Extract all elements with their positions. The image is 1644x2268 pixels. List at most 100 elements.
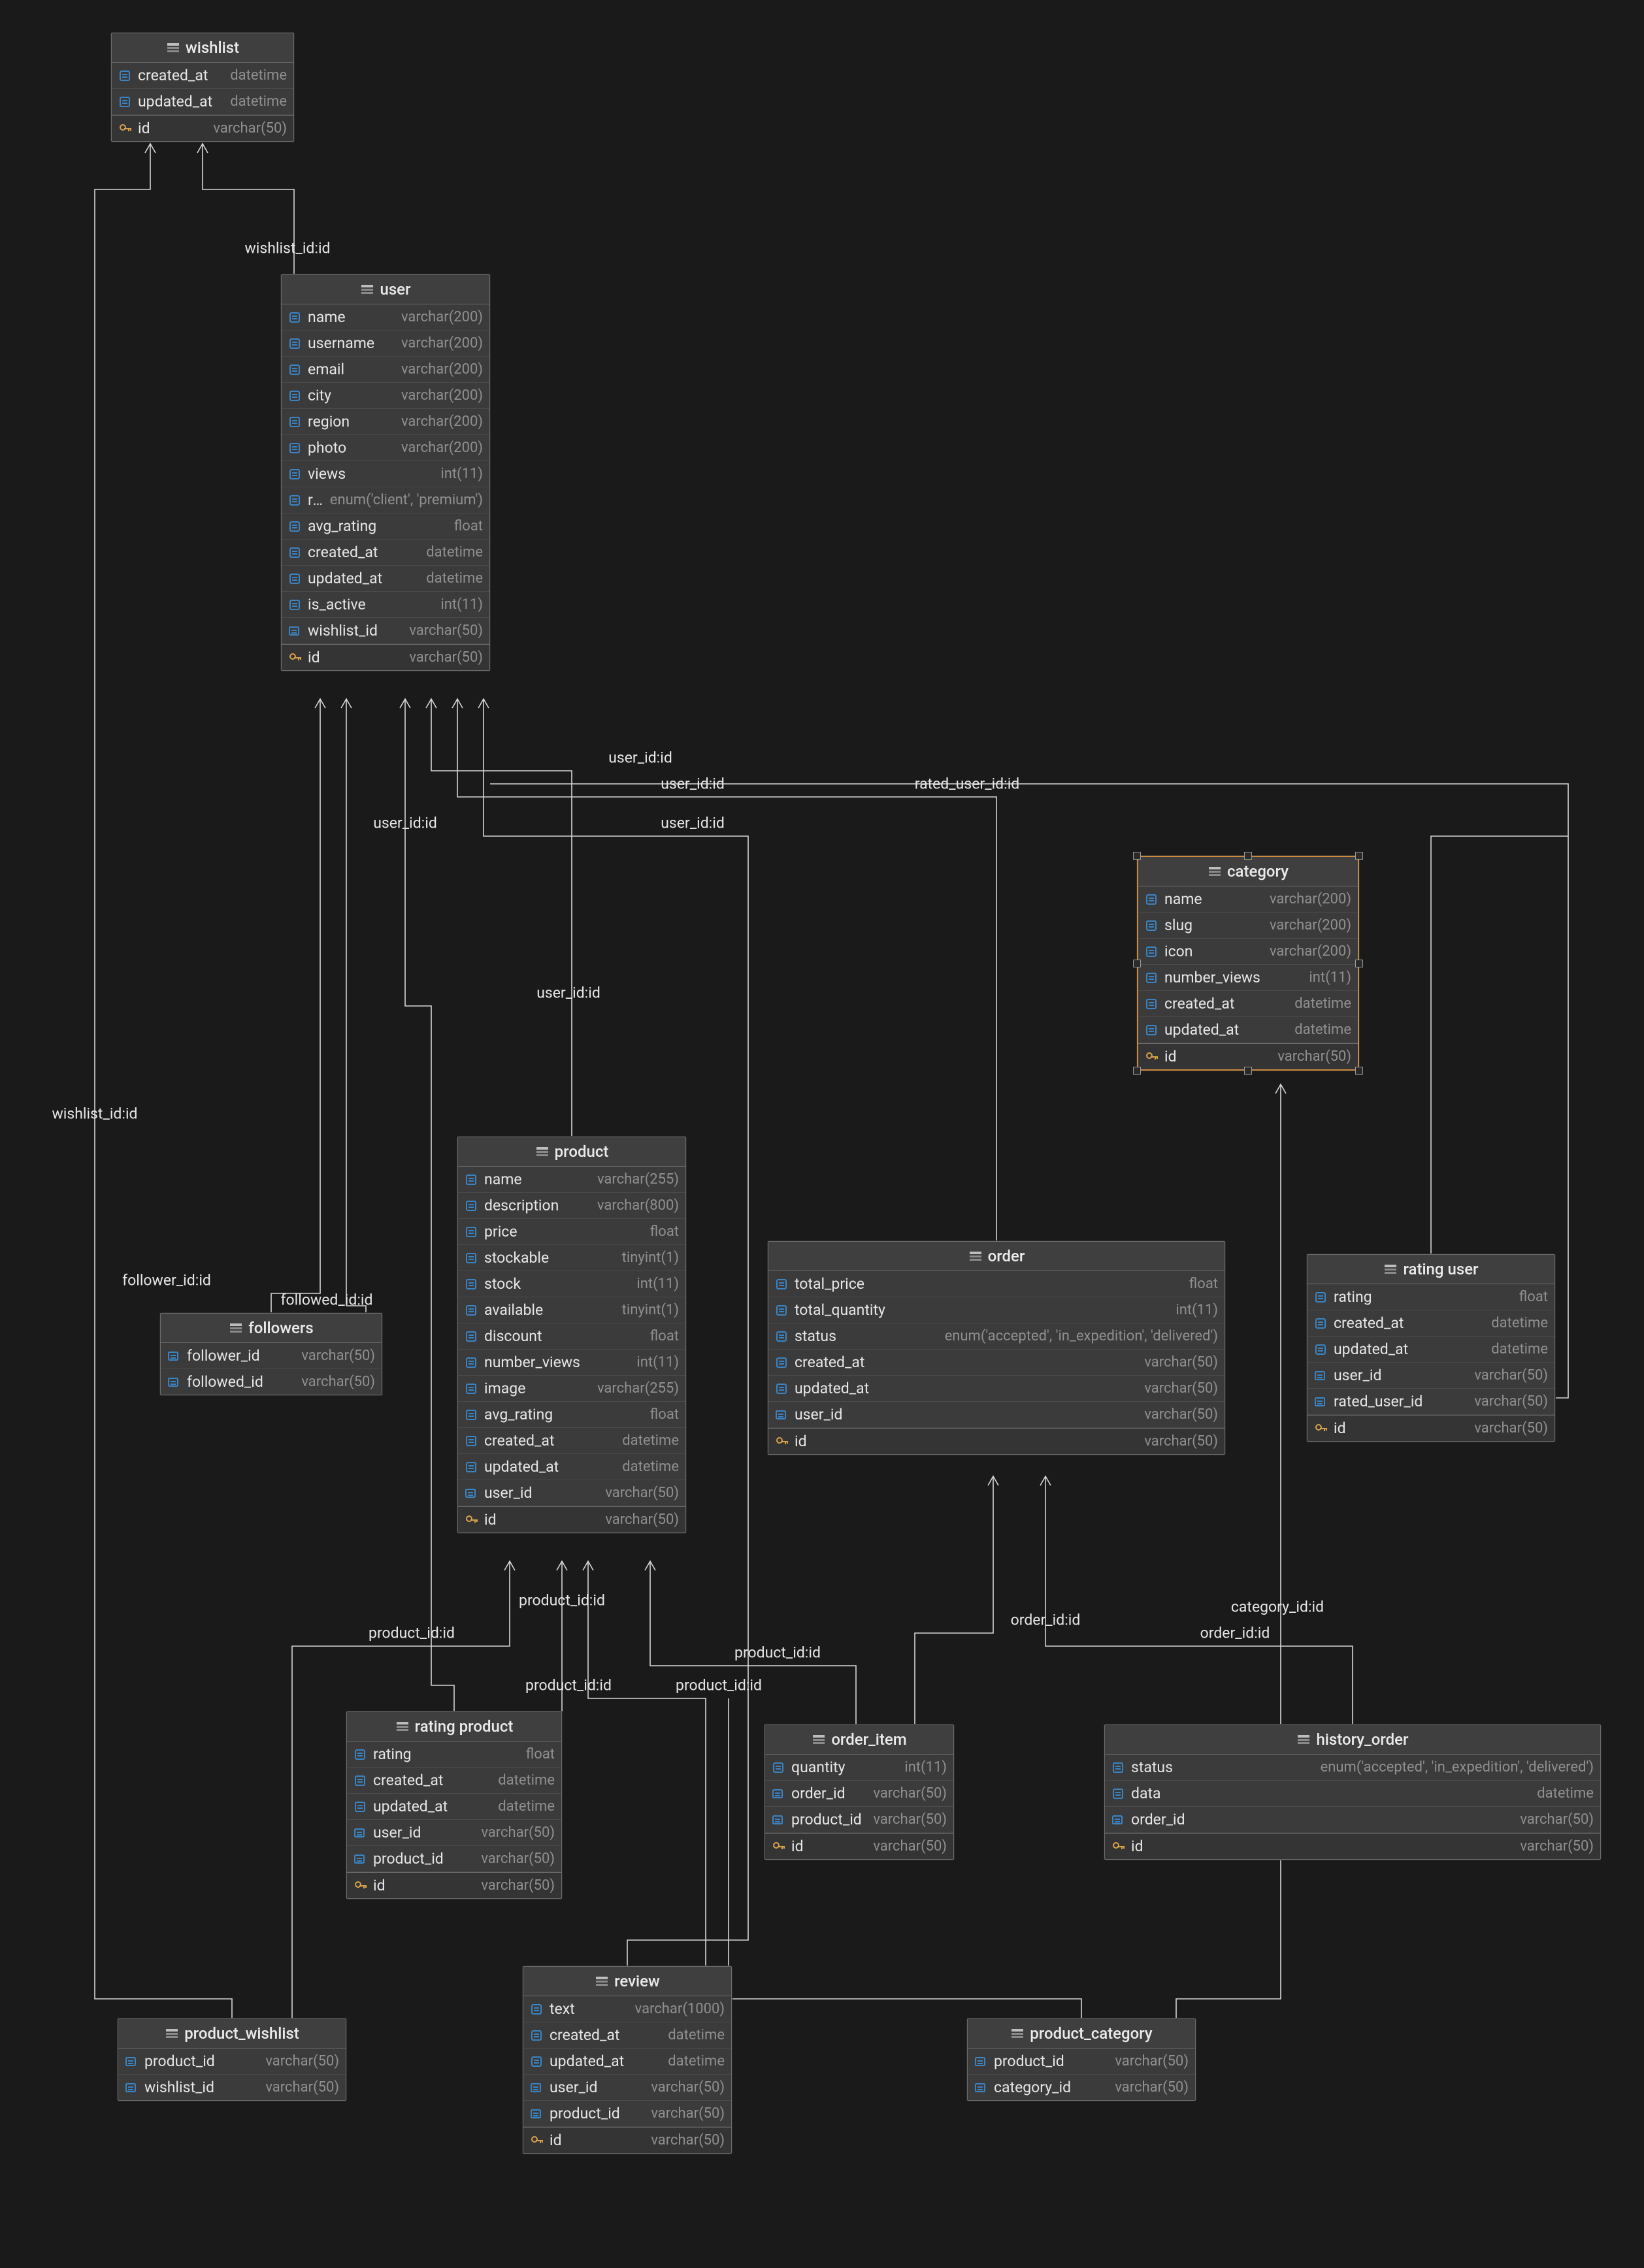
column-row[interactable]: created_atdatetime — [1307, 1310, 1554, 1336]
column-row[interactable]: rated_user_idvarchar(50) — [1307, 1389, 1554, 1415]
column-row[interactable]: ratingfloat — [1307, 1284, 1554, 1310]
column-row[interactable]: idvarchar(50) — [112, 115, 293, 141]
column-row[interactable]: usernamevarchar(200) — [282, 331, 489, 357]
column-row[interactable]: stockabletinyint(1) — [458, 1245, 685, 1271]
column-row[interactable]: idvarchar(50) — [347, 1872, 561, 1898]
entity-rating_product[interactable]: rating productratingfloatcreated_atdatet… — [346, 1711, 562, 1899]
entity-history_order[interactable]: history_orderstatusenum('accepted', 'in_… — [1104, 1725, 1601, 1860]
column-row[interactable]: idvarchar(50) — [765, 1833, 953, 1859]
entity-product_wishlist[interactable]: product_wishlistproduct_idvarchar(50)wis… — [118, 2018, 346, 2101]
selection-handle[interactable] — [1133, 852, 1141, 860]
column-row[interactable]: wishlist_idvarchar(50) — [282, 618, 489, 644]
column-row[interactable]: created_atdatetime — [523, 2022, 731, 2049]
column-row[interactable]: idvarchar(50) — [523, 2127, 731, 2153]
entity-header[interactable]: order — [768, 1242, 1225, 1271]
column-row[interactable]: total_pricefloat — [768, 1271, 1225, 1297]
column-row[interactable]: wishlist_idvarchar(50) — [118, 2075, 346, 2100]
column-row[interactable]: updated_atdatetime — [282, 566, 489, 592]
selection-handle[interactable] — [1133, 960, 1141, 967]
column-row[interactable]: idvarchar(50) — [282, 644, 489, 670]
column-row[interactable]: slugvarchar(200) — [1138, 913, 1358, 939]
column-row[interactable]: user_idvarchar(50) — [1307, 1363, 1554, 1389]
column-row[interactable]: user_idvarchar(50) — [523, 2075, 731, 2101]
column-row[interactable]: idvarchar(50) — [458, 1506, 685, 1532]
entity-header[interactable]: history_order — [1105, 1725, 1600, 1755]
column-row[interactable]: ratingfloat — [347, 1742, 561, 1768]
column-row[interactable]: user_idvarchar(50) — [347, 1820, 561, 1846]
entity-product[interactable]: productnamevarchar(255)descriptionvarcha… — [457, 1137, 686, 1533]
column-row[interactable]: namevarchar(200) — [282, 304, 489, 331]
column-row[interactable]: updated_atdatetime — [458, 1454, 685, 1480]
column-row[interactable]: category_idvarchar(50) — [968, 2075, 1195, 2100]
column-row[interactable]: avg_ratingfloat — [282, 513, 489, 540]
column-row[interactable]: idvarchar(50) — [1138, 1043, 1358, 1069]
column-row[interactable]: descriptionvarchar(800) — [458, 1193, 685, 1219]
column-row[interactable]: quantityint(11) — [765, 1755, 953, 1781]
entity-header[interactable]: product_wishlist — [118, 2019, 346, 2049]
column-row[interactable]: regionvarchar(200) — [282, 409, 489, 435]
column-row[interactable]: updated_atdatetime — [112, 89, 293, 115]
column-row[interactable]: total_quantityint(11) — [768, 1297, 1225, 1323]
column-row[interactable]: statusenum('accepted', 'in_expedition', … — [1105, 1755, 1600, 1781]
entity-header[interactable]: rating product — [347, 1712, 561, 1742]
column-row[interactable]: user_idvarchar(50) — [768, 1402, 1225, 1428]
column-row[interactable]: roleenum('client', 'premium') — [282, 487, 489, 513]
column-row[interactable]: user_idvarchar(50) — [458, 1480, 685, 1506]
selection-handle[interactable] — [1244, 1067, 1252, 1075]
column-row[interactable]: namevarchar(255) — [458, 1167, 685, 1193]
column-row[interactable]: followed_idvarchar(50) — [161, 1369, 382, 1395]
entity-header[interactable]: product — [458, 1137, 685, 1167]
column-row[interactable]: namevarchar(200) — [1138, 886, 1358, 913]
column-row[interactable]: product_idvarchar(50) — [765, 1807, 953, 1833]
column-row[interactable]: statusenum('accepted', 'in_expedition', … — [768, 1323, 1225, 1350]
column-row[interactable]: stockint(11) — [458, 1271, 685, 1297]
column-row[interactable]: datadatetime — [1105, 1781, 1600, 1807]
entity-header[interactable]: followers — [161, 1314, 382, 1343]
column-row[interactable]: avg_ratingfloat — [458, 1402, 685, 1428]
entity-order[interactable]: ordertotal_pricefloattotal_quantityint(1… — [768, 1241, 1225, 1455]
column-row[interactable]: iconvarchar(200) — [1138, 939, 1358, 965]
selection-handle[interactable] — [1355, 852, 1363, 860]
column-row[interactable]: number_viewsint(11) — [1138, 965, 1358, 991]
column-row[interactable]: number_viewsint(11) — [458, 1350, 685, 1376]
column-row[interactable]: pricefloat — [458, 1219, 685, 1245]
entity-user[interactable]: usernamevarchar(200)usernamevarchar(200)… — [281, 274, 490, 671]
entity-header[interactable]: category — [1138, 857, 1358, 886]
entity-header[interactable]: wishlist — [112, 33, 293, 63]
entity-header[interactable]: product_category — [968, 2019, 1195, 2049]
entity-category[interactable]: categorynamevarchar(200)slugvarchar(200)… — [1137, 856, 1359, 1071]
column-row[interactable]: created_atdatetime — [112, 63, 293, 89]
column-row[interactable]: cityvarchar(200) — [282, 383, 489, 409]
entity-header[interactable]: order_item — [765, 1725, 953, 1755]
entity-wishlist[interactable]: wishlistcreated_atdatetimeupdated_atdate… — [111, 33, 294, 142]
column-row[interactable]: follower_idvarchar(50) — [161, 1343, 382, 1369]
column-row[interactable]: order_idvarchar(50) — [1105, 1807, 1600, 1833]
entity-product_category[interactable]: product_categoryproduct_idvarchar(50)cat… — [967, 2018, 1196, 2101]
column-row[interactable]: product_idvarchar(50) — [968, 2049, 1195, 2075]
selection-handle[interactable] — [1355, 1067, 1363, 1075]
entity-followers[interactable]: followersfollower_idvarchar(50)followed_… — [160, 1313, 382, 1395]
column-row[interactable]: product_idvarchar(50) — [347, 1846, 561, 1872]
column-row[interactable]: photovarchar(200) — [282, 435, 489, 461]
column-row[interactable]: product_idvarchar(50) — [118, 2049, 346, 2075]
column-row[interactable]: updated_atdatetime — [1138, 1017, 1358, 1043]
entity-rating_user[interactable]: rating userratingfloatcreated_atdatetime… — [1307, 1254, 1555, 1442]
column-row[interactable]: order_idvarchar(50) — [765, 1781, 953, 1807]
selection-handle[interactable] — [1355, 960, 1363, 967]
column-row[interactable]: textvarchar(1000) — [523, 1996, 731, 2022]
selection-handle[interactable] — [1244, 852, 1252, 860]
column-row[interactable]: idvarchar(50) — [1105, 1833, 1600, 1859]
column-row[interactable]: viewsint(11) — [282, 461, 489, 487]
column-row[interactable]: created_atdatetime — [1138, 991, 1358, 1017]
column-row[interactable]: created_atdatetime — [282, 540, 489, 566]
column-row[interactable]: updated_atdatetime — [523, 2049, 731, 2075]
column-row[interactable]: created_atdatetime — [347, 1768, 561, 1794]
selection-handle[interactable] — [1133, 1067, 1141, 1075]
column-row[interactable]: updated_atdatetime — [347, 1794, 561, 1820]
column-row[interactable]: updated_atvarchar(50) — [768, 1376, 1225, 1402]
column-row[interactable]: product_idvarchar(50) — [523, 2101, 731, 2127]
column-row[interactable]: emailvarchar(200) — [282, 357, 489, 383]
column-row[interactable]: created_atvarchar(50) — [768, 1350, 1225, 1376]
column-row[interactable]: imagevarchar(255) — [458, 1376, 685, 1402]
column-row[interactable]: idvarchar(50) — [768, 1428, 1225, 1454]
